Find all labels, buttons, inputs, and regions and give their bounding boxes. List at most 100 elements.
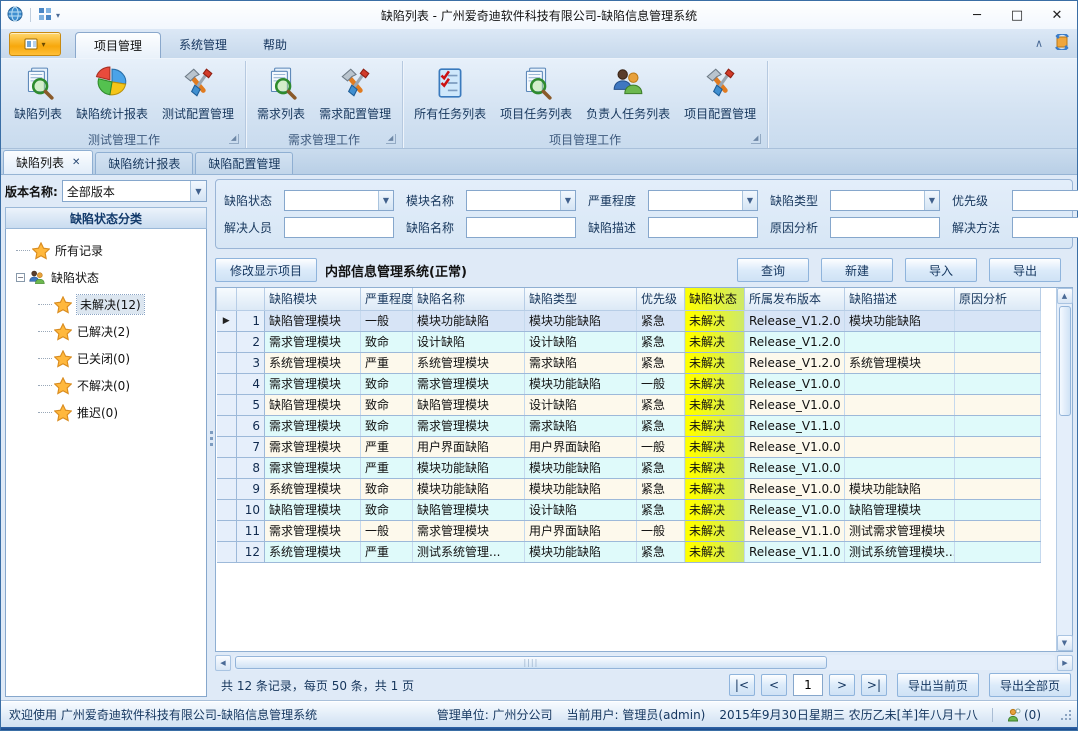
chevron-down-icon[interactable]: ▼ (560, 191, 575, 210)
table-row[interactable]: 2需求管理模块致命设计缺陷设计缺陷紧急未解决Release_V1.2.0 (217, 331, 1041, 352)
export-all-pages-button[interactable]: 导出全部页 (989, 673, 1071, 697)
ribbon-button-project-tasks[interactable]: 项目任务列表 (493, 63, 579, 124)
horizontal-scroll-thumb[interactable]: |||| (235, 656, 827, 669)
table-row[interactable]: ▶1缺陷管理模块一般模块功能缺陷模块功能缺陷紧急未解决Release_V1.2.… (217, 310, 1041, 331)
horizontal-scroll-track[interactable]: |||| (233, 655, 1055, 670)
tree-item-resolved[interactable]: 已解决(2) (16, 318, 202, 345)
column-header-description[interactable]: 缺陷描述 (845, 288, 955, 310)
page-number-input[interactable] (793, 674, 823, 696)
scroll-left-icon[interactable]: ◀ (215, 655, 231, 671)
tree-item-closed[interactable]: 已关闭(0) (16, 345, 202, 372)
dialog-launcher-icon[interactable]: ◢ (751, 134, 761, 144)
filter-input-defect-description[interactable] (649, 218, 757, 237)
scroll-down-icon[interactable]: ▼ (1057, 635, 1073, 651)
filter-input-severity[interactable] (649, 191, 742, 210)
table-row[interactable]: 7需求管理模块严重用户界面缺陷用户界面缺陷一般未解决Release_V1.0.0 (217, 436, 1041, 457)
column-header-severity[interactable]: 严重程度 (361, 288, 413, 310)
dialog-launcher-icon[interactable]: ◢ (386, 134, 396, 144)
first-page-button[interactable]: |< (729, 674, 755, 696)
import-button[interactable]: 导入 (905, 258, 977, 282)
close-button[interactable]: ✕ (1037, 2, 1077, 28)
ribbon-button-project-config[interactable]: 项目配置管理 (677, 63, 763, 124)
filter-input-cause-analysis[interactable] (831, 218, 939, 237)
new-button[interactable]: 新建 (821, 258, 893, 282)
export-button[interactable]: 导出 (989, 258, 1061, 282)
filter-input-solution[interactable] (1013, 218, 1078, 237)
filter-input-module-name[interactable] (467, 191, 560, 210)
filter-select-defect-status[interactable]: ▼ (284, 190, 394, 211)
column-header-cause[interactable]: 原因分析 (955, 288, 1041, 310)
last-page-button[interactable]: >| (861, 674, 887, 696)
chevron-down-icon[interactable]: ▼ (924, 191, 939, 210)
filter-text-cause-analysis[interactable] (830, 217, 940, 238)
minimize-button[interactable]: ─ (957, 2, 997, 28)
query-button[interactable]: 查询 (737, 258, 809, 282)
table-row[interactable]: 6需求管理模块致命需求管理模块需求缺陷紧急未解决Release_V1.1.0 (217, 415, 1041, 436)
filter-select-priority[interactable]: ▼ (1012, 190, 1078, 211)
ribbon-button-defect-list[interactable]: 缺陷列表 (7, 63, 69, 124)
ribbon-button-defect-stats-report[interactable]: 缺陷统计报表 (69, 63, 155, 124)
tree-item-all-records[interactable]: 所有记录 (16, 237, 202, 264)
tree-expander-icon[interactable]: − (16, 273, 25, 282)
next-page-button[interactable]: > (829, 674, 855, 696)
doc-tab-defect-config[interactable]: 缺陷配置管理 (195, 152, 293, 174)
dialog-launcher-icon[interactable]: ◢ (229, 134, 239, 144)
chevron-down-icon[interactable]: ▼ (742, 191, 757, 210)
tree-item-defect-status[interactable]: −缺陷状态 (16, 264, 202, 291)
panel-splitter[interactable] (207, 175, 215, 701)
filter-select-defect-type[interactable]: ▼ (830, 190, 940, 211)
prev-page-button[interactable]: < (761, 674, 787, 696)
vertical-scrollbar[interactable]: ▲ ▼ (1056, 288, 1072, 651)
filter-text-defect-name[interactable] (466, 217, 576, 238)
table-row[interactable]: 4需求管理模块致命需求管理模块模块功能缺陷一般未解决Release_V1.0.0 (217, 373, 1041, 394)
tree-item-unresolved[interactable]: 未解决(12) (16, 291, 202, 318)
ribbon-collapse-icon[interactable]: ∧ (1035, 37, 1043, 50)
modify-display-items-button[interactable]: 修改显示项目 (215, 258, 317, 282)
close-tab-icon[interactable]: ✕ (72, 157, 80, 168)
filter-select-module-name[interactable]: ▼ (466, 190, 576, 211)
filter-select-severity[interactable]: ▼ (648, 190, 758, 211)
ribbon-tab-system-management[interactable]: 系统管理 (161, 32, 245, 58)
filter-input-defect-name[interactable] (467, 218, 575, 237)
column-header-status[interactable]: 缺陷状态 (685, 288, 745, 310)
version-select[interactable]: 全部版本 ▼ (62, 180, 207, 202)
vertical-scroll-thumb[interactable] (1059, 306, 1071, 416)
column-header-priority[interactable]: 优先级 (637, 288, 685, 310)
scroll-right-icon[interactable]: ▶ (1057, 655, 1073, 671)
chevron-down-icon[interactable]: ▼ (190, 181, 206, 201)
chevron-down-icon[interactable]: ▼ (378, 191, 393, 210)
table-row[interactable]: 5缺陷管理模块致命缺陷管理模块设计缺陷紧急未解决Release_V1.0.0 (217, 394, 1041, 415)
qat-dropdown-icon[interactable]: ▾ (56, 11, 60, 20)
maximize-button[interactable]: □ (997, 2, 1037, 28)
table-row[interactable]: 11需求管理模块一般需求管理模块用户界面缺陷一般未解决Release_V1.1.… (217, 520, 1041, 541)
doc-tab-defect-stats-report[interactable]: 缺陷统计报表 (95, 152, 193, 174)
ribbon-button-test-config[interactable]: 测试配置管理 (155, 63, 241, 124)
ribbon-button-requirement-list[interactable]: 需求列表 (250, 63, 312, 124)
filter-input-defect-type[interactable] (831, 191, 924, 210)
ribbon-tab-project-management[interactable]: 项目管理 (75, 32, 161, 58)
ribbon-button-requirement-config[interactable]: 需求配置管理 (312, 63, 398, 124)
resize-grip[interactable] (1061, 710, 1071, 720)
application-menu-button[interactable]: ▾ (9, 32, 61, 56)
column-header-name[interactable]: 缺陷名称 (413, 288, 525, 310)
table-row[interactable]: 3系统管理模块严重系统管理模块需求缺陷紧急未解决Release_V1.2.0系统… (217, 352, 1041, 373)
ribbon-tab-help[interactable]: 帮助 (245, 32, 305, 58)
column-header-module[interactable]: 缺陷模块 (265, 288, 361, 310)
filter-input-defect-status[interactable] (285, 191, 378, 210)
ribbon-button-all-tasks[interactable]: 所有任务列表 (407, 63, 493, 124)
tree-item-postponed[interactable]: 推迟(0) (16, 399, 202, 426)
help-icon[interactable] (1053, 34, 1071, 53)
filter-text-defect-description[interactable] (648, 217, 758, 238)
horizontal-scrollbar[interactable]: ◀ |||| ▶ (215, 654, 1073, 671)
table-row[interactable]: 12系统管理模块严重测试系统管理...模块功能缺陷紧急未解决Release_V1… (217, 541, 1041, 562)
table-row[interactable]: 9系统管理模块致命模块功能缺陷模块功能缺陷紧急未解决Release_V1.0.0… (217, 478, 1041, 499)
filter-text-resolver[interactable] (284, 217, 394, 238)
ribbon-button-owner-tasks[interactable]: 负责人任务列表 (579, 63, 677, 124)
filter-input-resolver[interactable] (285, 218, 393, 237)
table-row[interactable]: 10缺陷管理模块致命缺陷管理模块设计缺陷紧急未解决Release_V1.0.0缺… (217, 499, 1041, 520)
column-header-release-version[interactable]: 所属发布版本 (745, 288, 845, 310)
layout-switch-icon[interactable] (38, 7, 52, 24)
filter-input-priority[interactable] (1013, 191, 1078, 210)
doc-tab-defect-list[interactable]: 缺陷列表✕ (3, 150, 93, 174)
tree-item-wont-fix[interactable]: 不解决(0) (16, 372, 202, 399)
